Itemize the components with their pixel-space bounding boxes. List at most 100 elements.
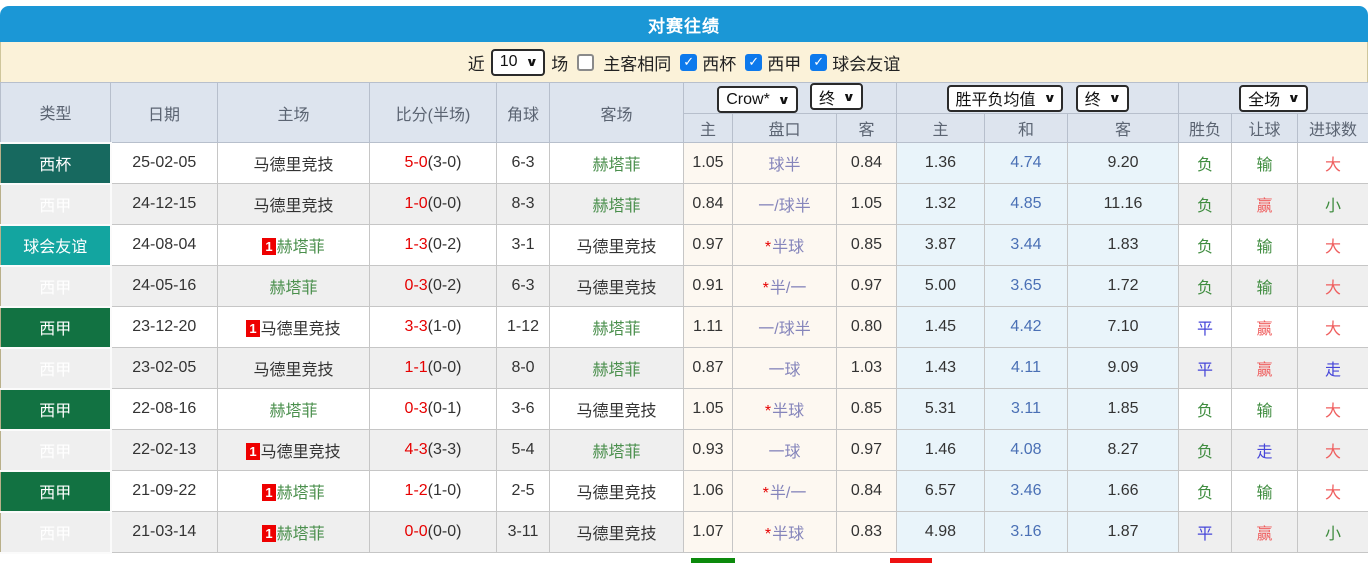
handicap-odds-home-cell: 1.05: [684, 389, 733, 430]
goals-result-cell: 走: [1298, 348, 1368, 389]
corners-cell: 3-6: [497, 389, 550, 430]
corners-cell: 5-4: [497, 430, 550, 471]
bookmaker-time-select[interactable]: 终 ∨: [810, 83, 863, 110]
fulltime-score: 1-3: [405, 236, 428, 253]
live-marker: *: [765, 526, 771, 543]
col-header-odds-line: 盘口: [733, 114, 837, 143]
handicap-result-cell: 走: [1232, 430, 1298, 471]
halftime-score: (0-0): [428, 523, 462, 540]
avg-home-odds-cell: 3.87: [897, 225, 985, 266]
chevron-down-icon: ∨: [1108, 91, 1121, 105]
score-cell: 5-0(3-0): [370, 143, 497, 184]
handicap-result-cell: 输: [1232, 389, 1298, 430]
halftime-score: (3-0): [428, 154, 462, 171]
away-team-cell: 赫塔菲: [550, 307, 684, 348]
handicap-line-cell: 一球: [733, 430, 837, 471]
outcome-result-cell: 负: [1179, 266, 1232, 307]
halftime-score: (3-3): [428, 441, 462, 458]
matches-label: 场: [551, 50, 568, 75]
competition-label-friendly: 球会友谊: [832, 50, 900, 75]
halftime-score: (1-0): [428, 318, 462, 335]
match-type-cell: 西甲: [1, 307, 111, 348]
handicap-line-cell: *半球: [733, 225, 837, 266]
home-team-cell: 1赫塔菲: [218, 225, 370, 266]
avg-away-odds-cell: 1.66: [1068, 471, 1179, 512]
scope-select[interactable]: 全场 ∨: [1239, 85, 1308, 112]
rank-badge: 1: [262, 484, 275, 501]
handicap-odds-away-cell: 0.85: [837, 225, 897, 266]
handicap-line-value: 半球: [772, 526, 804, 543]
home-team-name: 马德里竞技: [253, 157, 333, 174]
home-team-cell: 1赫塔菲: [218, 471, 370, 512]
rank-badge: 1: [246, 320, 259, 337]
table-row: 球会友谊 24-08-04 1赫塔菲 1-3(0-2) 3-1 马德里竞技 0.…: [1, 225, 1368, 266]
score-cell: 0-3(0-2): [370, 266, 497, 307]
handicap-line-value: 一/球半: [758, 198, 810, 215]
chevron-down-icon: ∨: [777, 93, 790, 107]
table-row: 西甲 23-12-20 1马德里竞技 3-3(1-0) 1-12 赫塔菲 1.1…: [1, 307, 1368, 348]
away-team-name: 赫塔菲: [592, 362, 640, 379]
recent-label: 近: [468, 50, 485, 75]
score-cell: 1-2(1-0): [370, 471, 497, 512]
match-type-cell: 西甲: [1, 512, 111, 553]
corners-cell: 1-12: [497, 307, 550, 348]
goals-result-cell: 大: [1298, 225, 1368, 266]
outcome-result-cell: 负: [1179, 225, 1232, 266]
same-venue-checkbox[interactable]: [577, 54, 594, 71]
avg-time-select[interactable]: 终 ∨: [1076, 85, 1129, 112]
fulltime-score: 4-3: [405, 441, 428, 458]
match-date-cell: 22-02-13: [111, 430, 218, 471]
halftime-score: (0-2): [428, 236, 462, 253]
avg-home-odds-cell: 1.45: [897, 307, 985, 348]
handicap-result-cell: 输: [1232, 143, 1298, 184]
score-cell: 0-3(0-1): [370, 389, 497, 430]
home-team-name: 马德里竞技: [253, 198, 333, 215]
home-team-name: 赫塔菲: [269, 280, 317, 297]
corners-cell: 6-3: [497, 143, 550, 184]
goals-result-cell: 大: [1298, 430, 1368, 471]
handicap-line-cell: 球半: [733, 143, 837, 184]
handicap-odds-group-header: Crow* ∨ 终 ∨: [684, 83, 897, 114]
handicap-result-cell: 赢: [1232, 307, 1298, 348]
col-header-home: 主场: [218, 83, 370, 143]
fulltime-score: 1-1: [405, 359, 428, 376]
competition-label-cup: 西杯: [702, 50, 736, 75]
competition-checkbox-cup[interactable]: [680, 54, 697, 71]
handicap-odds-home-cell: 1.05: [684, 143, 733, 184]
match-history-table: 类型 日期 主场 比分(半场) 角球 客场 Crow* ∨ 终 ∨: [0, 82, 1368, 554]
table-body: 西杯 25-02-05 马德里竞技 5-0(3-0) 6-3 赫塔菲 1.05 …: [1, 143, 1368, 553]
table-row: 西甲 24-05-16 赫塔菲 0-3(0-2) 6-3 马德里竞技 0.91 …: [1, 266, 1368, 307]
match-type-cell: 球会友谊: [1, 225, 111, 266]
competition-checkbox-friendly[interactable]: [810, 54, 827, 71]
handicap-odds-home-cell: 0.93: [684, 430, 733, 471]
handicap-odds-away-cell: 0.97: [837, 430, 897, 471]
match-type-cell: 西甲: [1, 184, 111, 225]
home-team-name: 赫塔菲: [269, 403, 317, 420]
legend-strip: [0, 554, 1368, 563]
match-date-cell: 23-02-05: [111, 348, 218, 389]
match-count-value: 10: [500, 53, 518, 71]
outcome-result-cell: 负: [1179, 389, 1232, 430]
handicap-line-value: 半球: [772, 239, 804, 256]
handicap-line-cell: 一球: [733, 348, 837, 389]
col-header-type: 类型: [1, 83, 111, 143]
away-team-name: 马德里竞技: [576, 526, 656, 543]
chevron-down-icon: ∨: [843, 90, 856, 104]
away-team-cell: 马德里竞技: [550, 512, 684, 553]
match-count-select[interactable]: 10 ∨: [491, 49, 546, 76]
title-bar: 对赛往绩: [0, 6, 1368, 42]
away-team-cell: 马德里竞技: [550, 389, 684, 430]
halftime-score: (0-0): [428, 359, 462, 376]
score-cell: 1-0(0-0): [370, 184, 497, 225]
avg-away-odds-cell: 8.27: [1068, 430, 1179, 471]
avg-draw-odds-cell: 3.16: [985, 512, 1068, 553]
col-header-outcome: 胜负: [1179, 114, 1232, 143]
avg-draw-odds-cell: 4.11: [985, 348, 1068, 389]
handicap-line-value: 一/球半: [758, 321, 810, 338]
avg-metric-select[interactable]: 胜平负均值 ∨: [947, 85, 1064, 112]
outcome-result-cell: 负: [1179, 184, 1232, 225]
col-header-avg-home: 主: [897, 114, 985, 143]
bookmaker-select[interactable]: Crow* ∨: [717, 86, 797, 113]
handicap-result-cell: 输: [1232, 266, 1298, 307]
competition-checkbox-laliga[interactable]: [745, 54, 762, 71]
